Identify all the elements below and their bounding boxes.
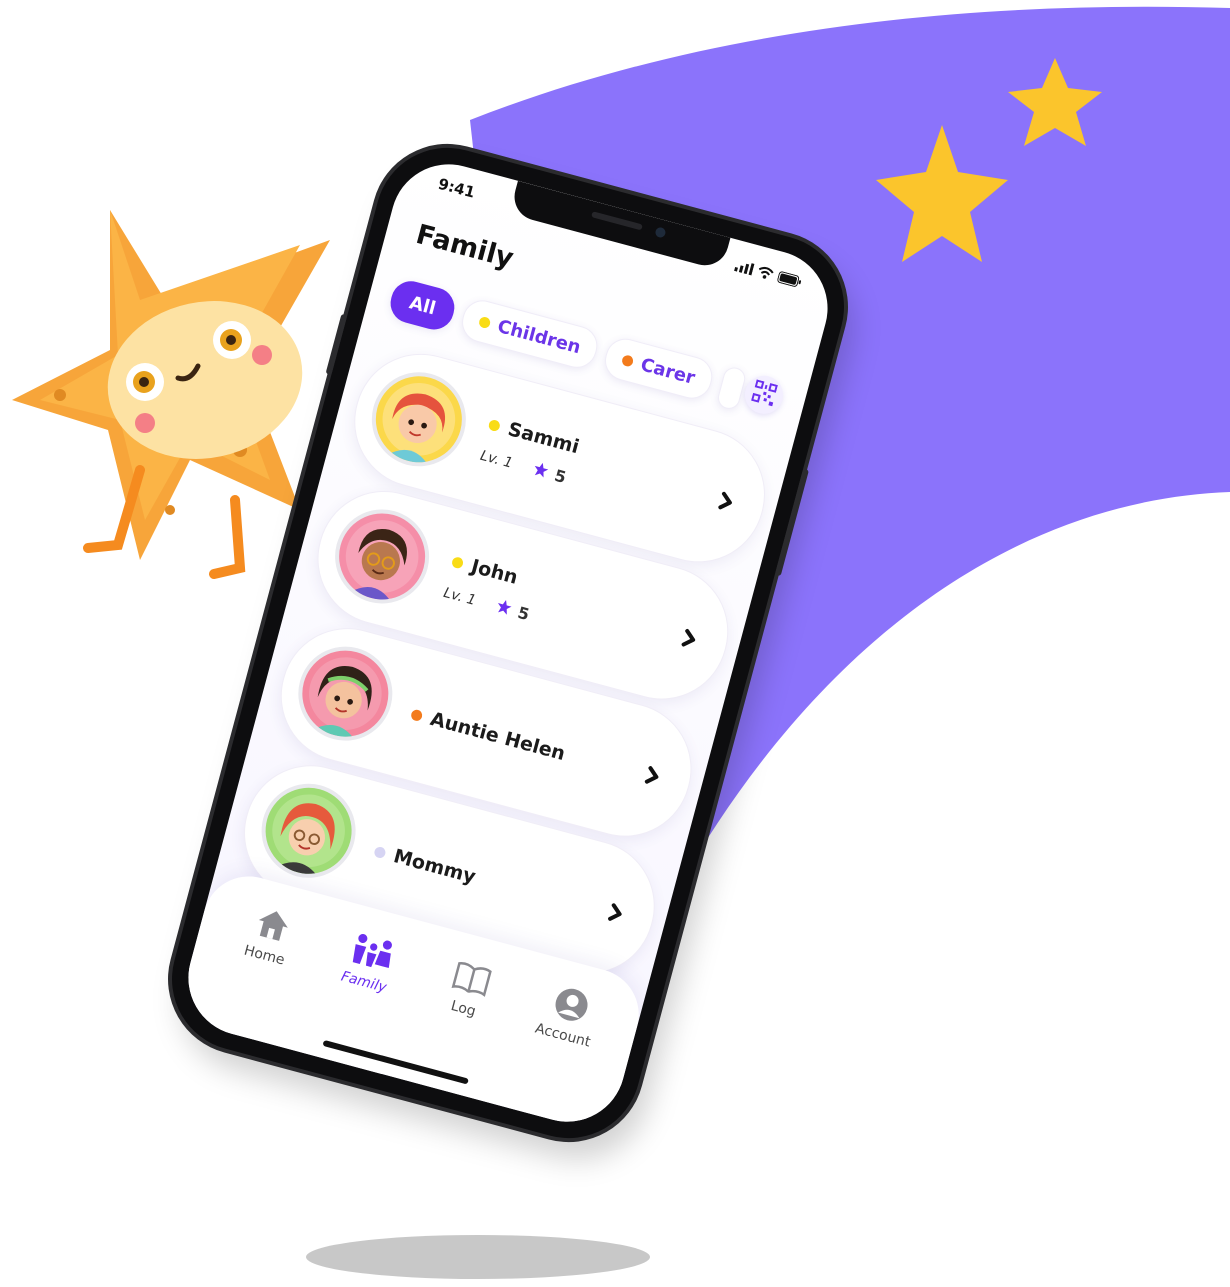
filter-more[interactable] — [715, 364, 748, 412]
nav-home[interactable]: Home — [222, 896, 318, 974]
filter-children[interactable]: Children — [457, 296, 603, 373]
wifi-icon — [755, 262, 775, 284]
member-name-text: Auntie Helen — [427, 707, 568, 766]
nav-log[interactable]: Log — [421, 950, 517, 1028]
chevron-right-icon — [718, 491, 732, 510]
qr-code-icon — [750, 379, 778, 410]
member-name: John — [450, 550, 521, 589]
filter-all-label: All — [407, 291, 439, 319]
member-meta: Lv. 1 5 — [441, 583, 531, 624]
status-icons — [733, 256, 804, 292]
phone-shadow — [306, 1235, 650, 1279]
nav-account[interactable]: Account — [520, 976, 616, 1054]
star-icon — [494, 597, 512, 619]
nav-home-label: Home — [242, 942, 287, 969]
star-count: 5 — [515, 602, 532, 625]
home-indicator — [322, 1039, 469, 1085]
avatar — [287, 636, 403, 752]
member-level: Lv. 1 — [441, 584, 478, 609]
chevron-right-icon — [644, 766, 659, 784]
role-dot — [373, 845, 387, 859]
star-mascot — [12, 210, 330, 579]
speaker — [591, 211, 643, 231]
page-title: Family — [412, 218, 517, 275]
member-name-text: John — [468, 555, 521, 589]
nav-family-label: Family — [339, 968, 389, 996]
book-icon — [448, 955, 496, 1000]
account-icon — [547, 982, 595, 1027]
role-dot — [410, 708, 424, 722]
signal-icon — [733, 256, 755, 279]
member-stars: 5 — [494, 597, 531, 624]
family-icon — [348, 929, 396, 974]
star-icon — [531, 460, 549, 482]
avatar — [361, 361, 477, 477]
filter-children-label: Children — [495, 315, 584, 358]
front-camera — [654, 226, 667, 239]
avatar — [324, 498, 440, 615]
filter-all[interactable]: All — [386, 276, 460, 334]
status-time: 9:41 — [436, 174, 477, 202]
member-name-text: Sammi — [505, 418, 582, 459]
member-name: Mommy — [372, 840, 478, 888]
chevron-right-icon — [681, 628, 696, 647]
member-name: Auntie Helen — [409, 703, 568, 765]
carer-dot — [621, 353, 635, 368]
member-stars: 5 — [531, 460, 568, 487]
home-icon — [249, 902, 297, 947]
member-level: Lv. 1 — [478, 447, 515, 472]
children-dot — [478, 315, 492, 329]
filter-carer[interactable]: Carer — [600, 334, 717, 403]
star-count: 5 — [552, 465, 569, 487]
nav-log-label: Log — [449, 997, 478, 1020]
nav-family[interactable]: Family — [321, 923, 417, 1001]
member-name-text: Mommy — [391, 845, 478, 889]
role-dot — [487, 418, 502, 432]
role-dot — [450, 555, 465, 569]
chevron-right-icon — [608, 903, 622, 921]
battery-icon — [775, 268, 803, 293]
qr-code-button[interactable] — [740, 371, 788, 419]
avatar — [251, 773, 367, 889]
filter-carer-label: Carer — [638, 353, 698, 389]
